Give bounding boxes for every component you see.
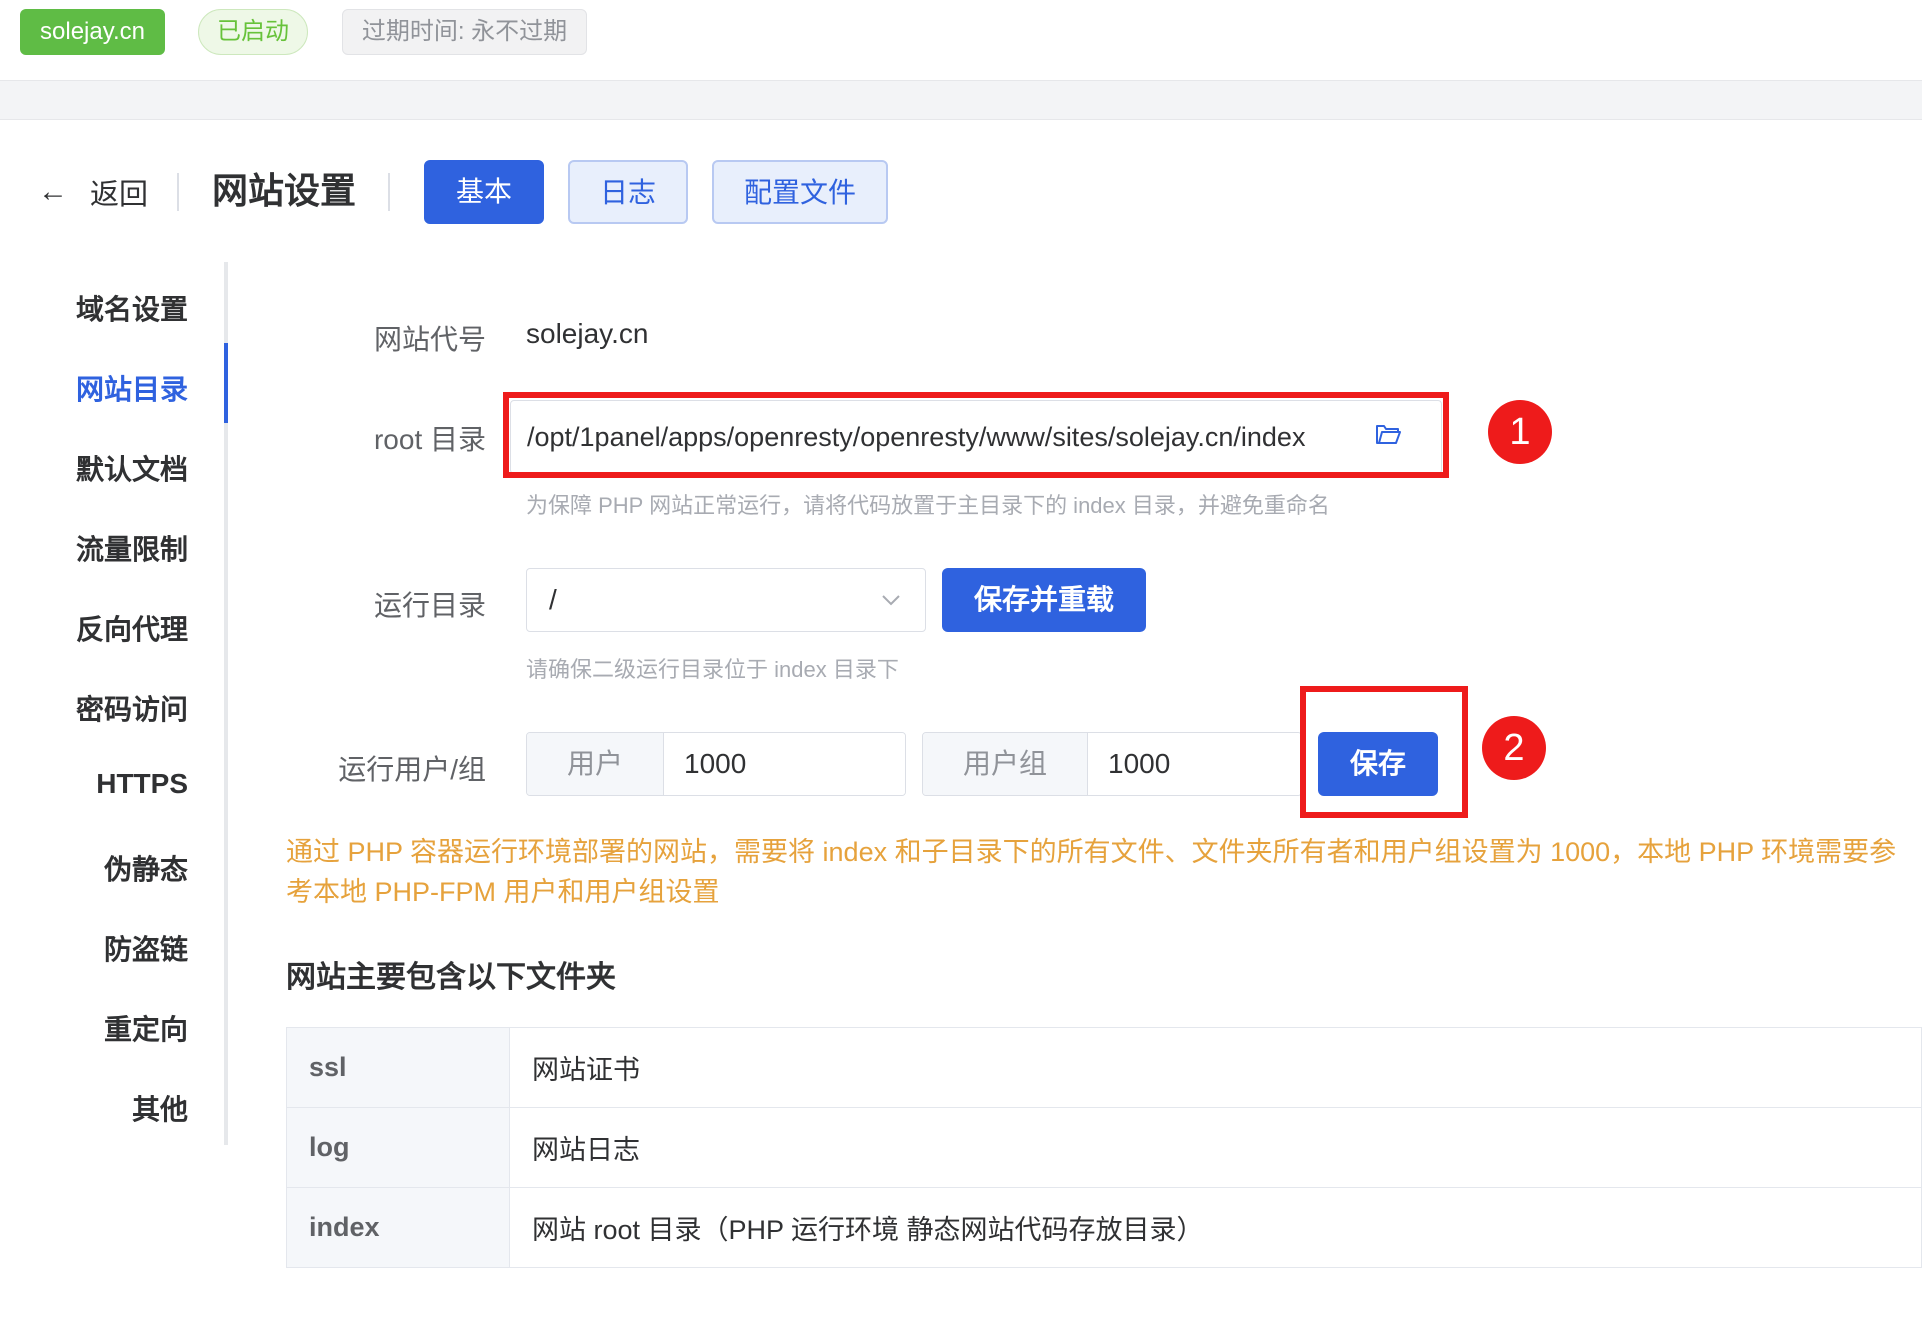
sidebar-item-https[interactable]: HTTPS	[0, 768, 188, 800]
folder-description: 网站日志	[509, 1107, 1922, 1188]
divider	[177, 173, 179, 211]
sidebar-item-rewrite[interactable]: 伪静态	[0, 848, 188, 888]
annotation-highlight-save	[1300, 686, 1468, 818]
ownership-warning: 通过 PHP 容器运行环境部署的网站，需要将 index 和子目录下的所有文件、…	[286, 837, 1897, 907]
sidebar-active-indicator	[224, 343, 228, 423]
table-row: ssl 网站证书	[286, 1027, 1922, 1108]
chevron-down-icon	[879, 569, 903, 655]
run-user-group-label: 运行用户/组	[338, 754, 486, 785]
run-directory-label: 运行目录	[373, 590, 486, 621]
back-button[interactable]: ← 返回	[38, 164, 148, 220]
annotation-badge-1: 1	[1488, 400, 1552, 464]
folders-table: ssl 网站证书 log 网站日志 index 网站 root 目录（PHP 运…	[286, 1027, 1922, 1268]
run-directory-value: /	[549, 584, 557, 615]
folders-section-title: 网站主要包含以下文件夹	[286, 961, 616, 994]
run-directory-select[interactable]: /	[526, 568, 926, 632]
root-directory-label: root 目录	[373, 424, 486, 455]
tab-config-file[interactable]: 配置文件	[712, 160, 888, 224]
folder-description: 网站证书	[509, 1027, 1922, 1108]
group-input[interactable]: 1000	[1088, 733, 1301, 795]
page-title: 网站设置	[212, 170, 357, 211]
divider	[388, 173, 390, 211]
table-row: log 网站日志	[286, 1107, 1922, 1188]
domain-tag: solejay.cn	[20, 9, 165, 55]
table-row: index 网站 root 目录（PHP 运行环境 静态网站代码存放目录）	[286, 1187, 1922, 1268]
save-and-reload-button[interactable]: 保存并重载	[942, 568, 1146, 632]
sidebar-item-site-directory[interactable]: 网站目录	[0, 368, 188, 408]
sidebar-item-anti-leech[interactable]: 防盗链	[0, 928, 188, 968]
site-code-value: solejay.cn	[526, 318, 649, 349]
sidebar-item-reverse-proxy[interactable]: 反向代理	[0, 608, 188, 648]
sidebar-item-domain[interactable]: 域名设置	[0, 288, 188, 328]
group-prefix: 用户组	[923, 733, 1088, 795]
sidebar-item-password-access[interactable]: 密码访问	[0, 688, 188, 728]
tab-log[interactable]: 日志	[568, 160, 688, 224]
header-divider-band	[0, 80, 1922, 120]
folder-description: 网站 root 目录（PHP 运行环境 静态网站代码存放目录）	[509, 1187, 1922, 1268]
user-input-group: 用户 1000	[526, 732, 906, 796]
annotation-badge-2: 2	[1482, 716, 1546, 780]
user-input[interactable]: 1000	[664, 733, 905, 795]
folder-name: index	[286, 1187, 510, 1268]
arrow-left-icon: ←	[38, 175, 68, 208]
site-code-label: 网站代号	[373, 324, 486, 355]
sidebar-item-traffic-limit[interactable]: 流量限制	[0, 528, 188, 568]
user-prefix: 用户	[527, 733, 664, 795]
status-badge: 已启动	[198, 9, 308, 55]
sidebar-item-default-document[interactable]: 默认文档	[0, 448, 188, 488]
tab-basic[interactable]: 基本	[424, 160, 544, 224]
run-directory-hint: 请确保二级运行目录位于 index 目录下	[526, 657, 899, 682]
group-input-group: 用户组 1000	[922, 732, 1302, 796]
sidebar-item-redirect[interactable]: 重定向	[0, 1008, 188, 1048]
sidebar-item-other[interactable]: 其他	[0, 1088, 188, 1128]
expire-tag: 过期时间: 永不过期	[342, 9, 587, 55]
annotation-highlight-root	[503, 392, 1449, 478]
folder-name: ssl	[286, 1027, 510, 1108]
back-label: 返回	[90, 179, 149, 211]
root-directory-hint: 为保障 PHP 网站正常运行，请将代码放置于主目录下的 index 目录，并避免…	[526, 493, 1330, 518]
folder-name: log	[286, 1107, 510, 1188]
